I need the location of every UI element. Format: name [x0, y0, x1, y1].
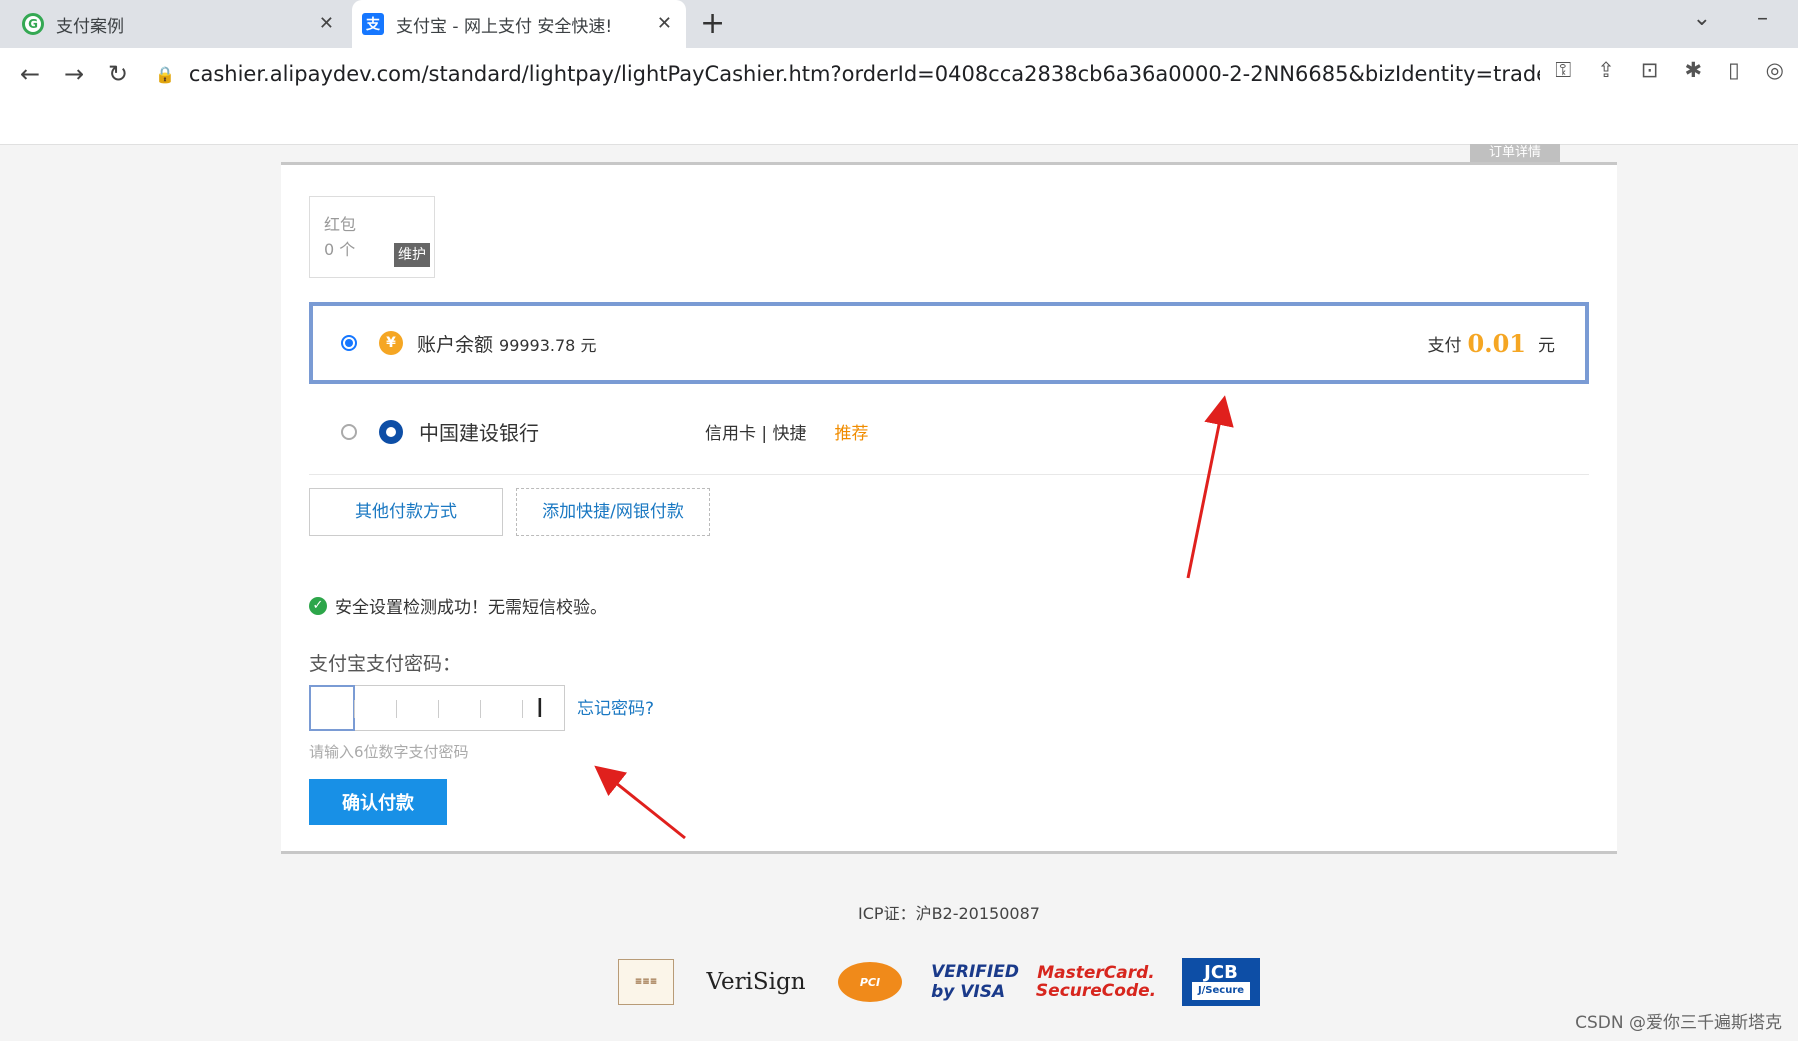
csdn-watermark: CSDN @爱你三千遍斯塔克	[1575, 1013, 1782, 1033]
annotation-arrows	[594, 395, 1234, 840]
annotation-arrow-left	[594, 765, 686, 840]
annotation-arrow-up	[1186, 395, 1234, 579]
